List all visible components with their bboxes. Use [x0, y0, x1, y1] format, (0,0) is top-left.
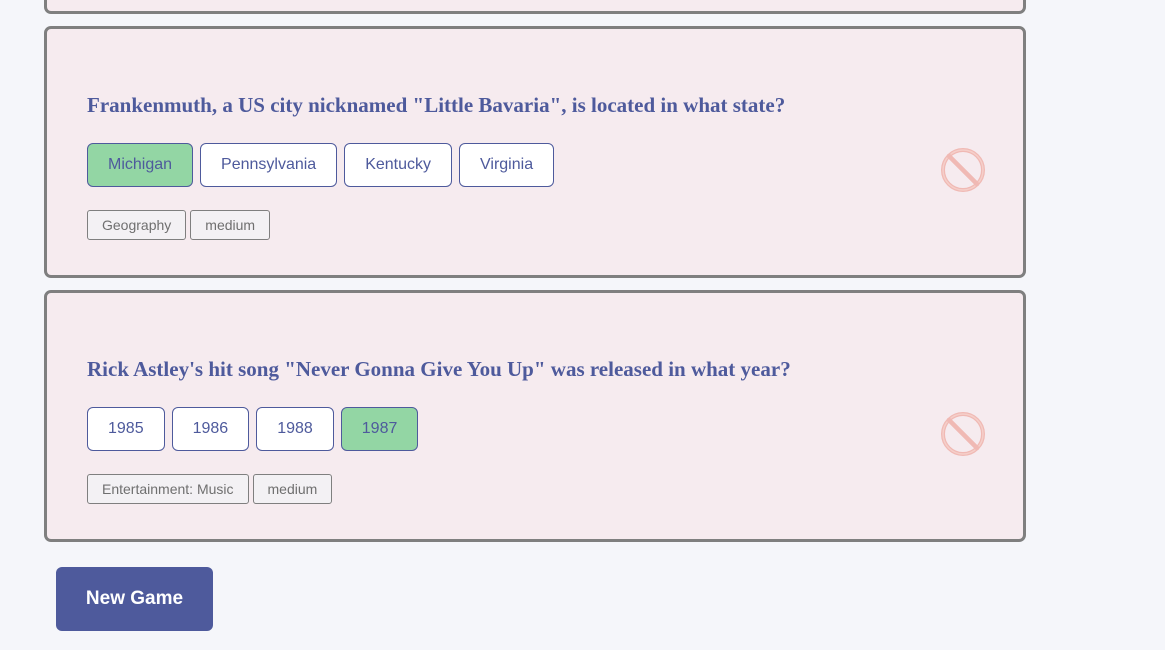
answer-button-michigan[interactable]: Michigan: [87, 143, 194, 187]
answer-button-1985[interactable]: 1985: [87, 407, 165, 451]
question-tags: Geography medium: [87, 210, 271, 240]
question-card: Rick Astley's hit song "Never Gonna Give…: [44, 290, 1026, 542]
answer-button-pennsylvania[interactable]: Pennsylvania: [200, 143, 338, 187]
difficulty-tag: medium: [190, 210, 271, 240]
question-text: Rick Astley's hit song "Never Gonna Give…: [87, 357, 791, 381]
category-tag: Entertainment: Music: [87, 474, 249, 504]
no-entry-icon[interactable]: [939, 410, 987, 458]
answer-options: 1985 1986 1988 1987: [87, 407, 419, 451]
no-entry-icon[interactable]: [939, 146, 987, 194]
answer-options: Michigan Pennsylvania Kentucky Virginia: [87, 143, 555, 187]
difficulty-tag: medium: [252, 474, 333, 504]
answer-button-1987[interactable]: 1987: [340, 407, 419, 451]
question-text: Frankenmuth, a US city nicknamed "Little…: [87, 93, 786, 117]
previous-question-card: [44, 0, 1026, 14]
answer-button-1988[interactable]: 1988: [256, 407, 334, 451]
question-tags: Entertainment: Music medium: [87, 474, 333, 504]
quiz-page: Frankenmuth, a US city nicknamed "Little…: [0, 0, 1165, 650]
answer-button-kentucky[interactable]: Kentucky: [344, 143, 453, 187]
category-tag: Geography: [87, 210, 187, 240]
new-game-button[interactable]: New Game: [56, 567, 213, 631]
question-card: Frankenmuth, a US city nicknamed "Little…: [44, 26, 1026, 278]
answer-button-virginia[interactable]: Virginia: [459, 143, 555, 187]
answer-button-1986[interactable]: 1986: [171, 407, 250, 451]
